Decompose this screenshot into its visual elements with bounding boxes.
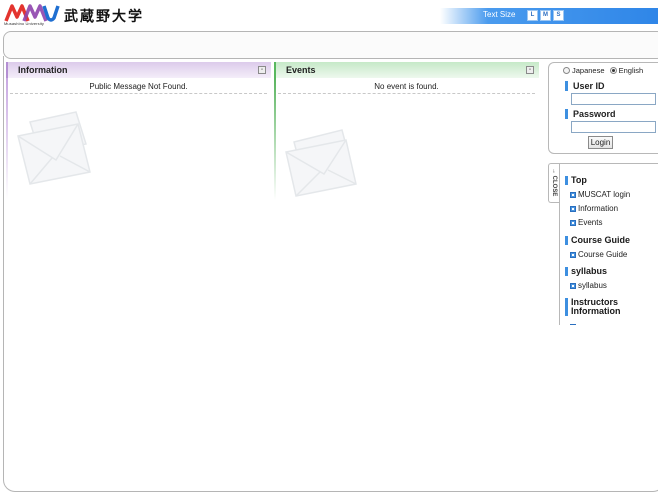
bullet-icon <box>570 191 576 198</box>
bullet-icon <box>570 205 576 212</box>
menu-item-events[interactable]: Events <box>570 218 602 227</box>
bullet-icon <box>570 282 576 289</box>
language-english-radio[interactable] <box>609 67 617 74</box>
text-size-large-button[interactable]: L <box>527 10 538 21</box>
information-accent-line <box>6 78 8 200</box>
bullet-icon <box>570 251 576 258</box>
page-header: Musashino University 武蔵野大学 Text Size L M… <box>0 0 658 30</box>
information-title: Information <box>18 65 68 75</box>
side-menu: Top MUSCAT login Information Events Cour… <box>559 163 658 325</box>
envelope-icon <box>285 129 357 197</box>
information-portlet: Information - Public Message Not Found. <box>6 62 271 200</box>
text-size-small-button[interactable]: S <box>553 10 564 21</box>
information-header: Information - <box>6 62 271 78</box>
menu-item-partial <box>570 322 578 325</box>
events-portlet: Events - No event is found. <box>274 62 539 200</box>
login-panel: Japanese English User ID Password Login <box>548 62 658 154</box>
menu-heading-syllabus[interactable]: syllabus <box>565 267 607 276</box>
password-input[interactable] <box>571 121 656 133</box>
bullet-icon <box>570 219 576 226</box>
menu-item-course-guide[interactable]: Course Guide <box>570 250 627 259</box>
university-name: 武蔵野大学 <box>64 9 144 25</box>
user-id-label: User ID <box>565 81 605 91</box>
bullet-icon <box>570 323 576 325</box>
menu-item-information[interactable]: Information <box>570 204 618 213</box>
menu-heading-course-guide[interactable]: Course Guide <box>565 236 630 245</box>
language-japanese-label: Japanese <box>572 66 605 75</box>
events-message: No event is found. <box>278 80 535 94</box>
text-size-label: Text Size <box>483 10 516 19</box>
language-english-label: English <box>618 66 644 75</box>
close-menu-label: → CLOSE <box>551 168 557 197</box>
login-button[interactable]: Login <box>588 136 613 149</box>
text-size-bar: Text Size L M S <box>440 8 658 24</box>
menu-heading-instructors-information[interactable]: Instructors Information <box>565 298 645 316</box>
menu-item-muscat-login[interactable]: MUSCAT login <box>570 190 630 199</box>
events-accent-line <box>274 78 276 200</box>
events-title: Events <box>286 65 316 75</box>
menu-heading-top[interactable]: Top <box>565 176 587 185</box>
events-header: Events - <box>274 62 539 78</box>
information-minimize-button[interactable]: - <box>258 66 266 74</box>
events-minimize-button[interactable]: - <box>526 66 534 74</box>
language-selector: Japanese English <box>563 66 643 75</box>
envelope-icon <box>17 111 91 185</box>
language-japanese-radio[interactable] <box>563 67 570 74</box>
user-id-input[interactable] <box>571 93 656 105</box>
password-label: Password <box>565 109 616 119</box>
logo-subtitle: Musashino University <box>4 21 45 26</box>
text-size-medium-button[interactable]: M <box>540 10 551 21</box>
menu-item-syllabus[interactable]: syllabus <box>570 281 607 290</box>
information-message: Public Message Not Found. <box>10 80 267 94</box>
global-nav-bar <box>3 31 658 59</box>
